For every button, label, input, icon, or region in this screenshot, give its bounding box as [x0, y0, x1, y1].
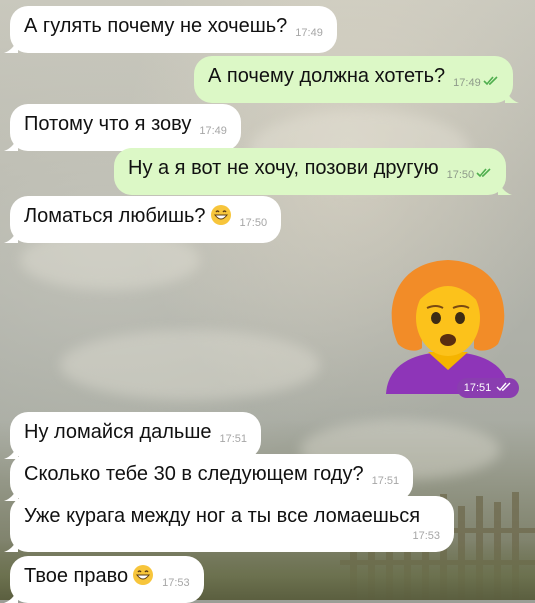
- message-time: 17:53: [162, 577, 190, 589]
- message-text: Ломаться любишь?: [24, 205, 206, 227]
- message-incoming[interactable]: А гулять почему не хочешь? 17:49: [4, 6, 337, 53]
- read-checkmarks-icon: [476, 168, 491, 178]
- grinning-face-emoji: [210, 205, 231, 225]
- message-time: 17:50: [446, 169, 475, 181]
- message-incoming[interactable]: Уже курага между ног а ты все ломаешься …: [4, 496, 454, 552]
- message-text: А гулять почему не хочешь?: [24, 15, 288, 37]
- message-time: 17:50: [239, 217, 268, 229]
- message-incoming[interactable]: Потому что я зову 17:49: [4, 104, 241, 151]
- woman-pouting-sticker[interactable]: [378, 252, 518, 394]
- message-text: А почему должна хотеть?: [208, 65, 446, 87]
- message-incoming[interactable]: Ну ломайся дальше 17:51: [4, 412, 262, 459]
- message-incoming[interactable]: Сколько тебе 30 в следующем году? 17:51: [4, 454, 414, 501]
- message-time: 17:51: [463, 382, 492, 394]
- message-outgoing[interactable]: Ну а я вот не хочу, позови другую 17:50: [114, 148, 513, 195]
- message-incoming[interactable]: Твое право 17:53: [4, 556, 204, 603]
- message-time: 17:49: [199, 125, 227, 137]
- message-outgoing[interactable]: А почему должна хотеть? 17:49: [194, 56, 519, 103]
- message-text: Ну а я вот не хочу, позови другую: [128, 157, 439, 179]
- message-text: Уже курага между ног а ты все ломаешься: [24, 505, 421, 527]
- message-time: 17:49: [453, 77, 481, 89]
- read-checkmarks-icon: [483, 76, 498, 86]
- message-time: 17:53: [412, 530, 440, 542]
- grinning-face-emoji: [133, 565, 154, 585]
- message-incoming[interactable]: Ломаться любишь? 17:50: [4, 196, 282, 243]
- message-text: Сколько тебе 30 в следующем году?: [24, 463, 364, 485]
- message-text: Потому что я зову: [24, 113, 192, 135]
- read-checkmarks-icon: [496, 382, 511, 392]
- message-time: 17:51: [219, 433, 248, 445]
- message-time: 17:49: [295, 27, 323, 39]
- message-text: Твое право: [24, 565, 129, 587]
- message-time: 17:51: [371, 475, 400, 487]
- message-text: Ну ломайся дальше: [24, 421, 212, 443]
- woman-pouting-emoji: [386, 260, 510, 394]
- sticker-time-badge: 17:51: [457, 378, 519, 398]
